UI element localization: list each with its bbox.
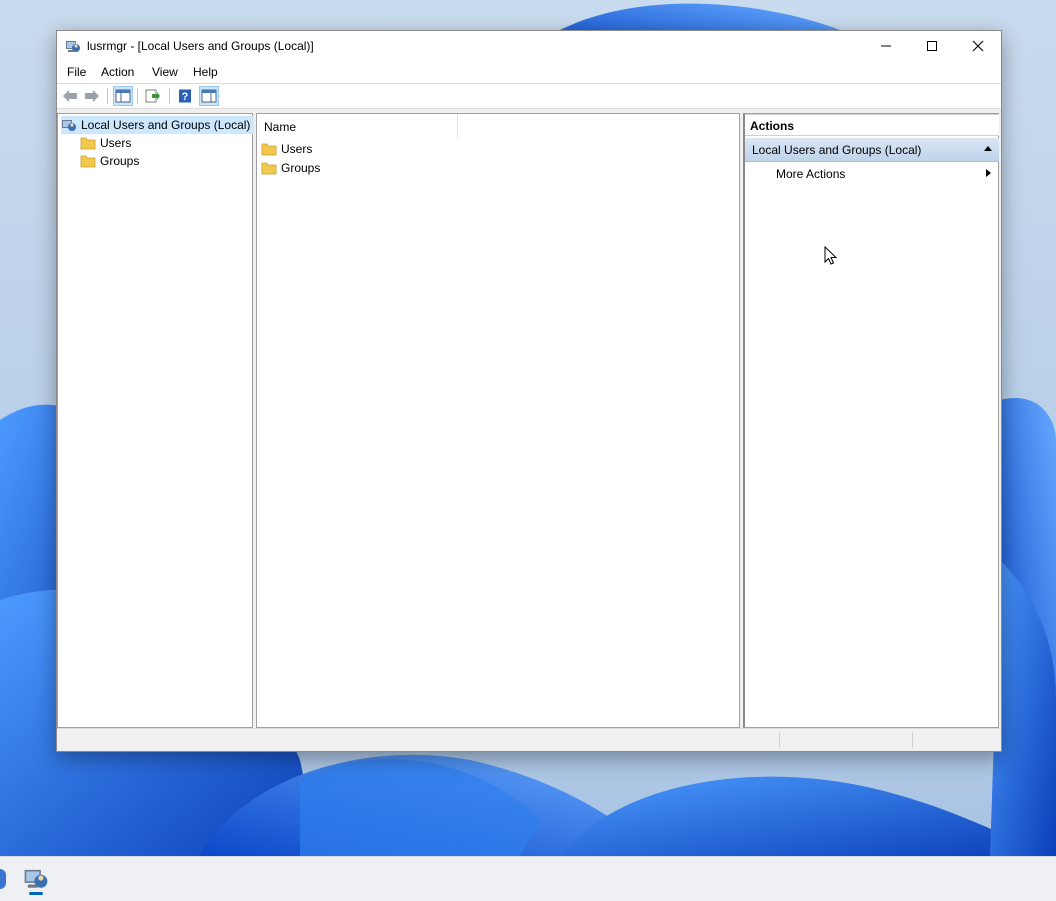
local-users-and-groups-icon <box>62 120 76 131</box>
more-actions-label: More Actions <box>776 167 846 181</box>
status-bar-divider <box>779 732 780 748</box>
title-bar[interactable]: lusrmgr - [Local Users and Groups (Local… <box>57 31 1001 61</box>
minimize-button[interactable] <box>863 31 909 61</box>
export-list-icon <box>145 89 160 103</box>
show-hide-action-pane-button[interactable] <box>199 86 219 106</box>
lusrmgr-window: lusrmgr - [Local Users and Groups (Local… <box>56 30 1002 752</box>
help-icon: ? <box>179 89 191 103</box>
tree-item-label: Users <box>100 136 132 150</box>
computer-management-app-icon <box>24 869 48 888</box>
tree-root-local-users-and-groups[interactable]: Local Users and Groups (Local) <box>61 116 255 134</box>
forward-arrow-icon <box>85 90 99 102</box>
list-item-label: Groups <box>281 161 321 175</box>
list-item-groups[interactable]: Groups <box>261 159 320 177</box>
menu-help[interactable]: Help <box>193 65 218 79</box>
forward-button[interactable] <box>82 86 102 106</box>
column-header-name[interactable]: Name <box>257 114 739 138</box>
menu-bar: File Action View Help <box>57 61 1001 84</box>
toolbar-separator <box>169 88 170 104</box>
show-hide-console-tree-button[interactable] <box>113 86 133 106</box>
show-hide-action-pane-icon <box>201 89 217 103</box>
actions-section-header[interactable]: Local Users and Groups (Local) <box>745 138 999 162</box>
tree-item-users[interactable]: Users <box>80 134 131 152</box>
menu-view[interactable]: View <box>152 65 178 79</box>
collapse-up-icon[interactable] <box>984 146 992 151</box>
tree-item-label: Groups <box>100 154 140 168</box>
back-button[interactable] <box>60 86 80 106</box>
close-button[interactable] <box>955 31 1001 61</box>
result-list: Name Users Groups <box>256 113 740 728</box>
tree-item-groups[interactable]: Groups <box>80 152 139 170</box>
more-actions-item[interactable]: More Actions <box>745 164 999 184</box>
toolbar-separator <box>137 88 138 104</box>
back-arrow-icon <box>63 90 77 102</box>
window-title: lusrmgr - [Local Users and Groups (Local… <box>87 39 314 53</box>
tree-root-label: Local Users and Groups (Local) <box>81 118 251 132</box>
actions-title: Actions <box>750 119 795 133</box>
toolbar-separator <box>107 88 108 104</box>
actions-section-label: Local Users and Groups (Local) <box>752 143 922 157</box>
active-app-indicator <box>29 892 43 895</box>
submenu-arrow-icon <box>986 169 991 177</box>
actions-pane-header: Actions <box>745 114 999 136</box>
actions-pane: Actions Local Users and Groups (Local) M… <box>743 113 999 728</box>
computer-management-app-icon <box>66 41 80 52</box>
help-button[interactable]: ? <box>175 86 195 106</box>
folder-icon <box>80 137 96 150</box>
menu-action[interactable]: Action <box>101 65 134 79</box>
folder-icon <box>261 162 277 175</box>
maximize-button[interactable] <box>909 31 955 61</box>
column-header-label: Name <box>264 120 297 134</box>
mouse-pointer-icon <box>824 246 838 265</box>
list-item-label: Users <box>281 142 313 156</box>
status-bar <box>57 728 1001 751</box>
menu-file[interactable]: File <box>67 65 86 79</box>
svg-text:?: ? <box>182 91 189 103</box>
start-button-edge[interactable] <box>0 869 6 889</box>
console-tree: Local Users and Groups (Local) Users Gro… <box>57 113 255 728</box>
column-divider[interactable] <box>457 114 458 138</box>
list-item-users[interactable]: Users <box>261 140 312 158</box>
show-hide-console-tree-icon <box>115 89 131 103</box>
maximize-icon <box>927 41 937 51</box>
taskbar <box>0 856 1056 901</box>
taskbar-lusrmgr-button[interactable] <box>22 865 50 895</box>
folder-icon <box>80 155 96 168</box>
folder-icon <box>261 143 277 156</box>
minimize-icon <box>881 45 891 47</box>
toolbar: ? <box>57 84 1001 109</box>
export-list-button[interactable] <box>143 86 163 106</box>
close-icon <box>972 40 984 52</box>
status-bar-divider <box>912 732 913 748</box>
